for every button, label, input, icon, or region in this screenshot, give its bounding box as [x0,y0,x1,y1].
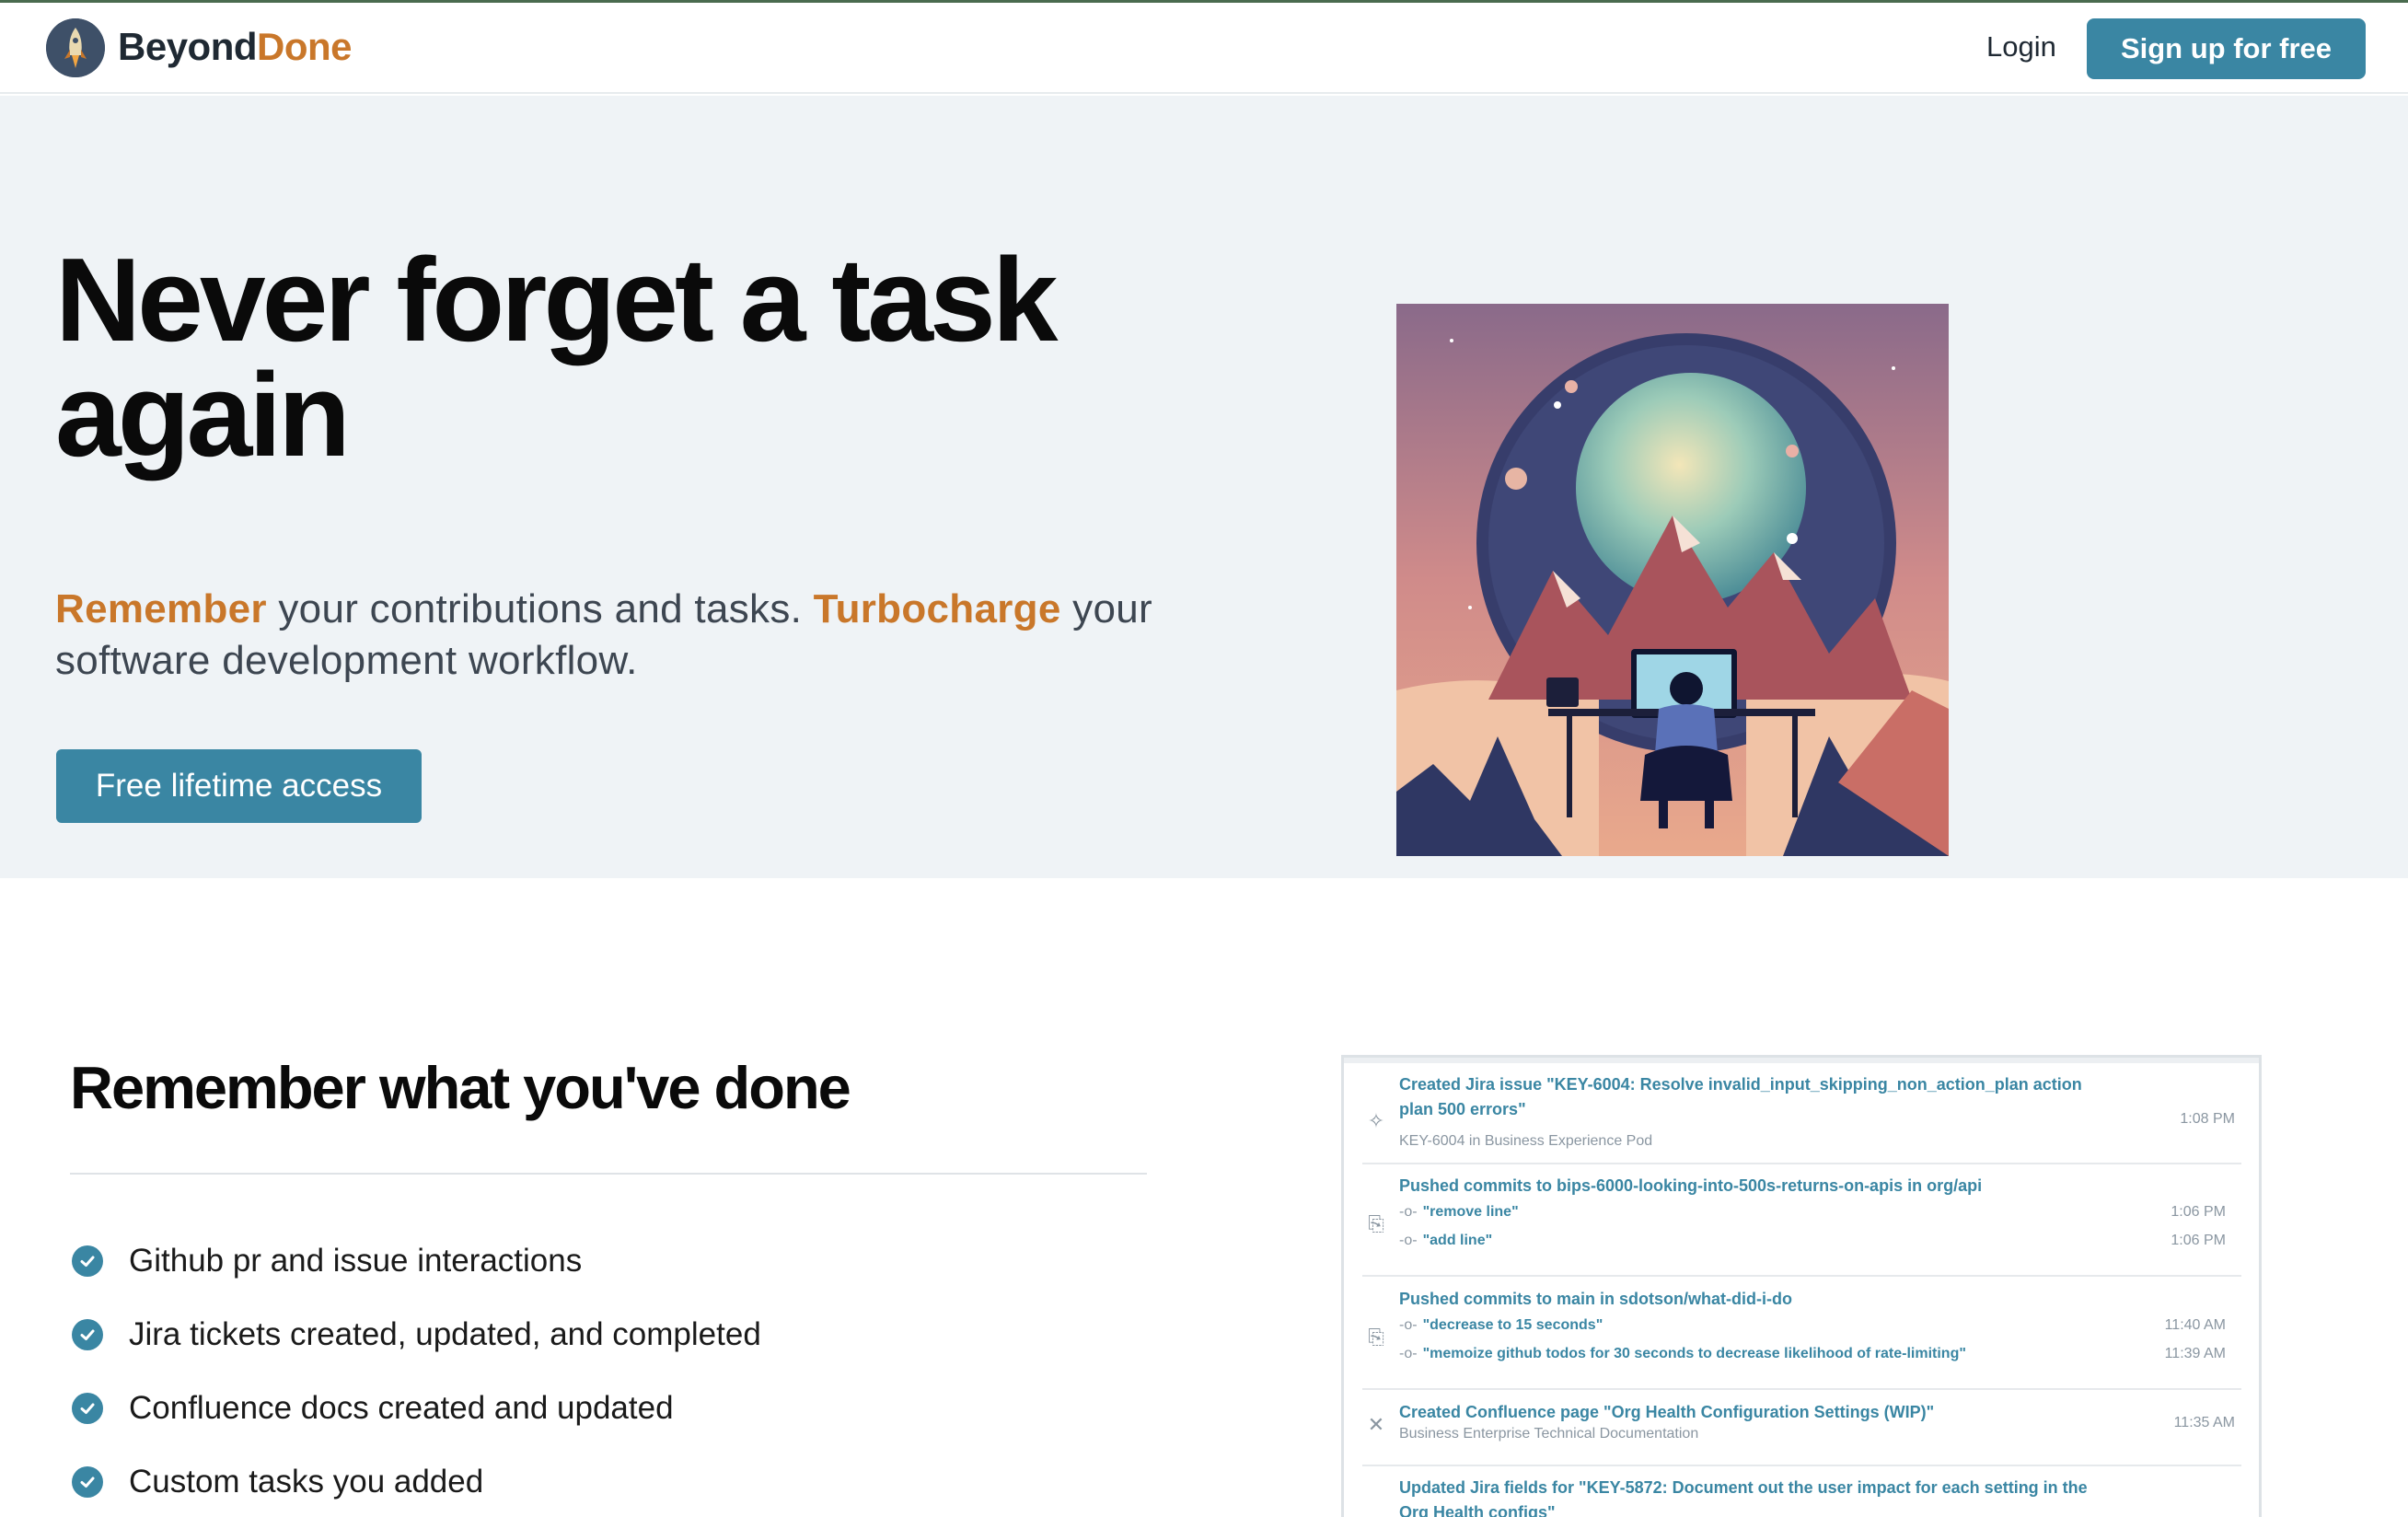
activity-title[interactable]: Pushed commits to main in sdotson/what-d… [1399,1287,2108,1312]
activity-entry: ⎘ Pushed commits to bips-6000-looking-in… [1344,1174,2259,1277]
feature-item: Confluence docs created and updated [72,1372,761,1445]
commit-line: -o- "memoize github todos for 30 seconds … [1399,1346,1966,1362]
signup-button[interactable]: Sign up for free [2087,18,2366,79]
check-circle-icon [72,1245,103,1277]
commit-dot-icon: -o- [1399,1346,1418,1361]
rocket-logo-icon[interactable] [46,18,105,77]
hero-title: Never forget a task again [55,234,1160,481]
activity-meta: Business Enterprise Technical Documentat… [1399,1426,1699,1442]
commit-line: -o- "add line" [1399,1233,1492,1249]
confluence-icon: ✕ [1367,1413,1385,1436]
login-link[interactable]: Login [1986,30,2056,64]
activity-entry: ✕ Created Confluence page "Org Health Co… [1344,1400,2259,1474]
commit-dot-icon: -o- [1399,1317,1418,1333]
hero-subtitle-accent-remember: Remember [55,586,267,631]
activity-time: 1:08 PM [2180,1111,2235,1127]
commit-time: 1:06 PM [2171,1233,2226,1248]
activity-feed-preview: ✧ Created Jira issue "KEY-6004: Resolve … [1341,1055,2262,1517]
commit-time: 11:39 AM [2164,1346,2226,1361]
feature-list: Github pr and issue interactions Jira ti… [72,1224,761,1517]
commit-dot-icon: -o- [1399,1204,1418,1220]
feature-label: Jira tickets created, updated, and compl… [129,1316,761,1352]
check-circle-icon [72,1466,103,1498]
activity-title[interactable]: Updated Jira fields for "KEY-5872: Docum… [1399,1476,2108,1517]
activity-entry: ✧ Created Jira issue "KEY-6004: Resolve … [1344,1071,2259,1164]
commit-message[interactable]: "decrease to 15 seconds" [1423,1317,1603,1333]
section-title: Remember what you've done [70,1054,851,1121]
hero-title-line2: again [55,349,351,481]
feature-label: Confluence docs created and updated [129,1390,674,1426]
commit-line: -o- "decrease to 15 seconds" [1399,1317,1603,1334]
hero-subtitle: Remember your contributions and tasks. T… [55,584,1289,687]
check-circle-icon [72,1393,103,1424]
commit-time: 1:06 PM [2171,1204,2226,1220]
commit-time: 11:40 AM [2164,1317,2226,1333]
free-lifetime-access-button[interactable]: Free lifetime access [56,749,422,823]
commit-line: -o- "remove line" [1399,1204,1519,1221]
feature-label: Custom tasks you added [129,1464,484,1500]
top-navbar: BeyondDone Login Sign up for free [0,3,2408,94]
feature-item: Jira tickets created, updated, and compl… [72,1298,761,1372]
activity-separator [1362,1388,2241,1390]
activity-separator [1362,1465,2241,1466]
check-circle-icon [72,1319,103,1350]
hero-subtitle-text1: your contributions and tasks. [266,586,814,631]
activity-entry: ⎘ Pushed commits to main in sdotson/what… [1344,1287,2259,1390]
push-icon: ⎘ [1368,1212,1384,1235]
hero-illustration [1396,304,1949,856]
feature-item: Github pr and issue interactions [72,1224,761,1298]
feature-label: Github pr and issue interactions [129,1243,583,1279]
feature-item: Custom tasks you added [72,1445,761,1517]
commit-message[interactable]: "memoize github todos for 30 seconds to … [1423,1346,1966,1361]
commit-message[interactable]: "add line" [1423,1233,1493,1248]
jira-icon: ✧ [1367,1109,1385,1132]
push-icon: ⎘ [1368,1326,1384,1349]
activity-separator [1362,1163,2241,1164]
brand-name[interactable]: BeyondDone [118,25,353,69]
commit-message[interactable]: "remove line" [1423,1204,1519,1220]
activity-title[interactable]: Created Confluence page "Org Health Conf… [1399,1400,2108,1425]
activity-title[interactable]: Created Jira issue "KEY-6004: Resolve in… [1399,1072,2108,1122]
commit-dot-icon: -o- [1399,1233,1418,1248]
hero-title-line1: Never forget a task [55,234,1059,366]
activity-title[interactable]: Pushed commits to bips-6000-looking-into… [1399,1174,2108,1199]
activity-meta: KEY-6004 in Business Experience Pod [1399,1133,1653,1149]
panel-top-bar [1344,1058,2259,1063]
brand-name-part2: Done [257,25,353,68]
hero-section: Never forget a task again Remember your … [0,96,2408,878]
section-divider [70,1173,1147,1175]
brand-name-part1: Beyond [118,25,258,68]
activity-entry: Updated Jira fields for "KEY-5872: Docum… [1344,1476,2259,1517]
activity-time: 11:35 AM [2173,1415,2235,1430]
hero-subtitle-accent-turbocharge: Turbocharge [813,586,1061,631]
activity-separator [1362,1275,2241,1277]
